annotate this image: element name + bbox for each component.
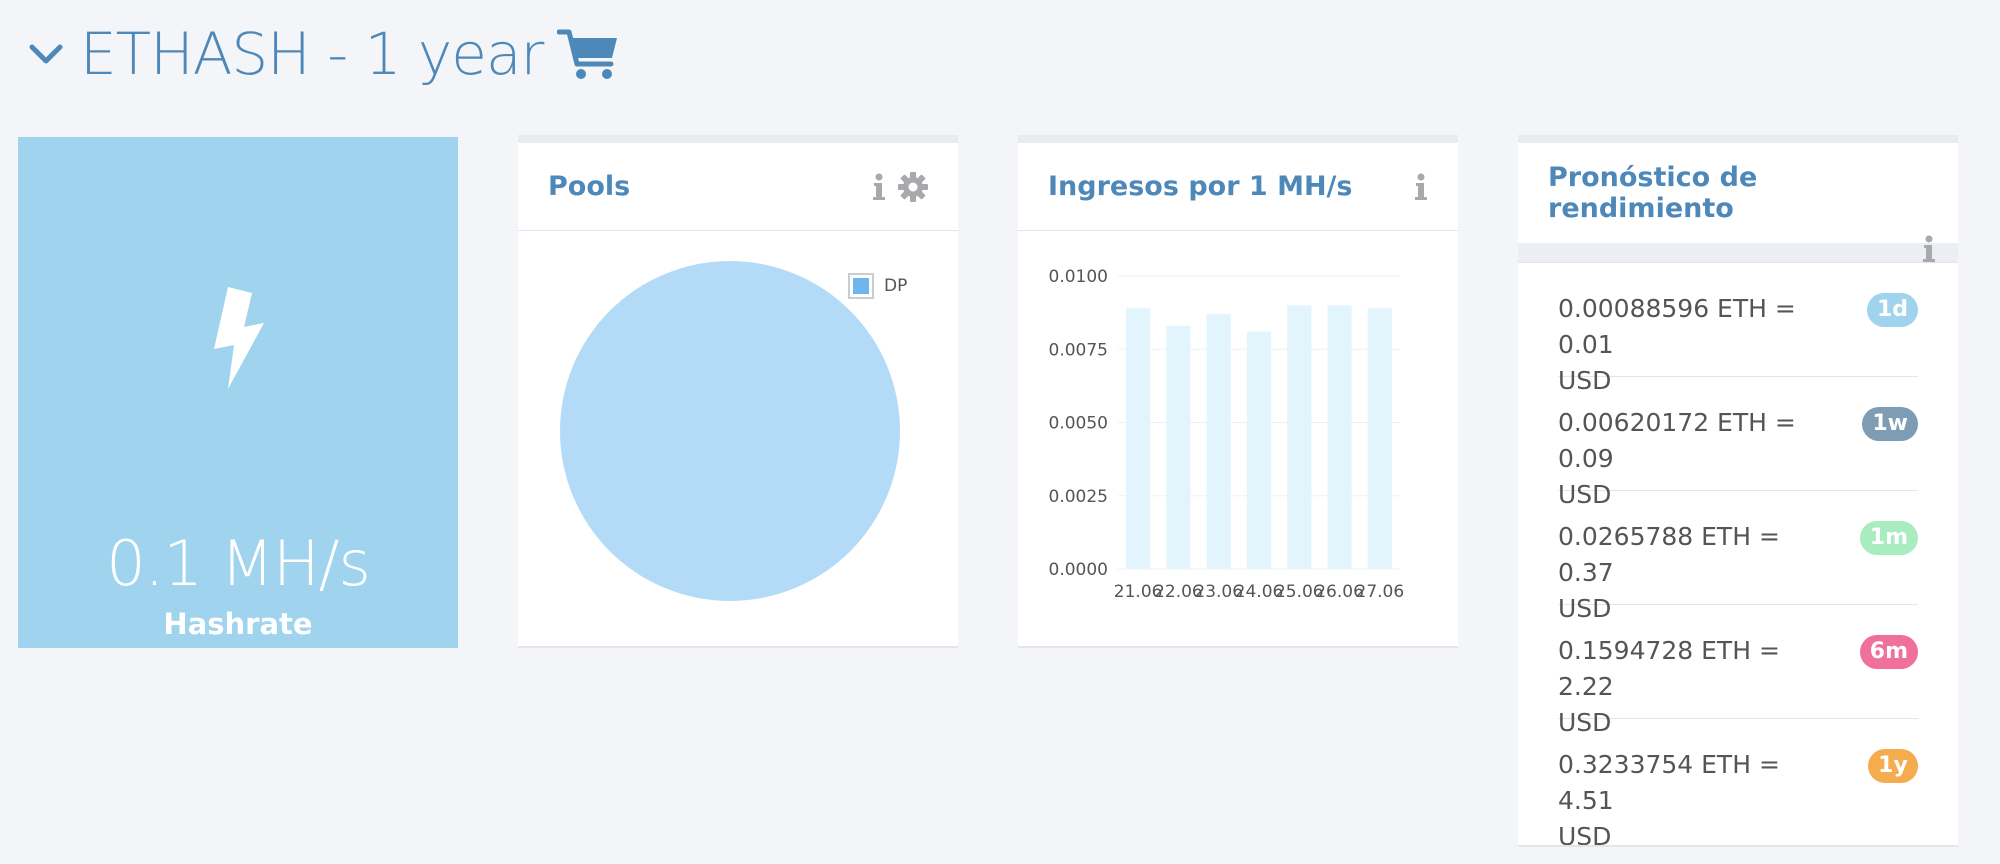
y-tick-label: 0.0100	[1049, 267, 1108, 287]
forecast-currency: USD	[1558, 822, 1612, 851]
income-card: Ingresos por 1 MH/s 0.0000 0.0025 0.0050 0.…	[1018, 135, 1458, 648]
forecast-title: Pronóstico de rendimiento	[1548, 162, 1758, 224]
card-top-bar	[1518, 135, 1958, 143]
income-card-header: Ingresos por 1 MH/s	[1018, 143, 1458, 231]
forecast-amount: 0.00088596 ETH = 0.01	[1558, 294, 1796, 359]
card-bottom-border	[518, 646, 958, 648]
hashrate-tile: 0.1 MH/s Hashrate	[18, 137, 458, 648]
pools-legend-item[interactable]: DP	[848, 273, 907, 299]
y-tick-label: 0.0050	[1049, 414, 1108, 434]
income-title: Ingresos por 1 MH/s	[1048, 171, 1353, 202]
period-badge: 6m	[1859, 635, 1918, 669]
period-badge: 1d	[1866, 293, 1918, 327]
legend-swatch	[848, 273, 874, 299]
info-icon[interactable]	[1414, 173, 1428, 201]
x-tick-label: 27.06	[1356, 582, 1405, 602]
cart-icon[interactable]	[557, 26, 619, 82]
income-bar[interactable]	[1166, 325, 1191, 569]
income-bar[interactable]	[1287, 305, 1312, 569]
y-tick-label: 0.0025	[1049, 487, 1108, 507]
pools-card-icons	[872, 171, 928, 202]
gear-icon[interactable]	[898, 171, 928, 202]
forecast-list: 0.00088596 ETH = 0.01 USD 1d 0.00620172 …	[1518, 263, 1958, 851]
info-icon[interactable]	[1922, 235, 1936, 263]
y-tick-label: 0.0075	[1049, 340, 1108, 360]
page-title: ETHASH - 1 year	[80, 20, 544, 88]
forecast-subbar	[1518, 235, 1958, 263]
income-bar-chart: 0.00000.00250.00500.00750.010021.0622.06…	[1049, 267, 1405, 602]
lightning-icon	[214, 287, 264, 389]
income-bar[interactable]	[1327, 305, 1352, 569]
forecast-amount: 0.0265788 ETH = 0.37	[1558, 522, 1780, 587]
y-tick-label: 0.0000	[1049, 560, 1108, 580]
income-card-icons	[1414, 173, 1428, 201]
forecast-amount: 0.3233754 ETH = 4.51	[1558, 750, 1780, 815]
forecast-amount: 0.1594728 ETH = 2.22	[1558, 636, 1780, 701]
forecast-card-header: Pronóstico de rendimiento	[1518, 143, 1958, 243]
forecast-card: Pronóstico de rendimiento 0.00088596 ETH…	[1518, 135, 1958, 851]
chevron-down-icon[interactable]	[26, 34, 66, 74]
card-top-bar	[518, 135, 958, 143]
info-icon[interactable]	[872, 173, 886, 201]
income-bar[interactable]	[1367, 308, 1392, 569]
page-header: ETHASH - 1 year	[26, 14, 619, 94]
period-badge: 1w	[1862, 407, 1918, 441]
income-bar[interactable]	[1206, 314, 1231, 569]
forecast-item: 0.00088596 ETH = 0.01 USD 1d	[1558, 263, 1918, 395]
forecast-item: 0.00620172 ETH = 0.09 USD 1w	[1558, 377, 1918, 509]
pools-card-header: Pools	[518, 143, 958, 231]
legend-label: DP	[884, 276, 908, 296]
period-badge: 1m	[1859, 521, 1918, 555]
forecast-item: 0.3233754 ETH = 4.51 USD 1y	[1558, 719, 1918, 851]
card-bottom-border	[1018, 646, 1458, 648]
pools-card: Pools DP	[518, 135, 958, 648]
hashrate-value: 0.1 MH/s	[106, 527, 371, 600]
pie-slice[interactable]	[560, 261, 900, 601]
card-bottom-border	[1518, 845, 1958, 847]
income-bar[interactable]	[1246, 331, 1272, 569]
hashrate-label: Hashrate	[163, 607, 313, 641]
forecast-item: 0.1594728 ETH = 2.22 USD 6m	[1558, 605, 1918, 737]
pools-title: Pools	[548, 171, 631, 202]
income-bar[interactable]	[1126, 308, 1151, 569]
forecast-item: 0.0265788 ETH = 0.37 USD 1m	[1558, 491, 1918, 623]
forecast-amount: 0.00620172 ETH = 0.09	[1558, 408, 1796, 473]
card-top-bar	[1018, 135, 1458, 143]
period-badge: 1y	[1868, 749, 1918, 783]
